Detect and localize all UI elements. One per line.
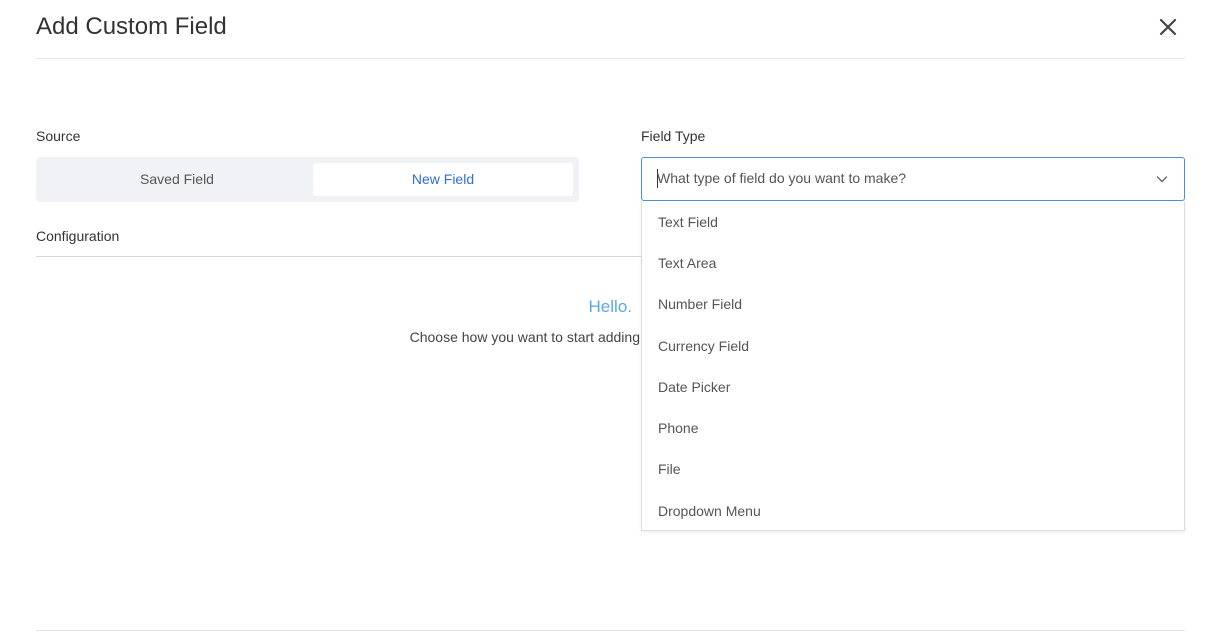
saved-field-option[interactable]: Saved Field: [42, 163, 312, 196]
field-type-select[interactable]: What type of field do you want to make?: [641, 157, 1185, 201]
new-field-option[interactable]: New Field: [313, 163, 573, 196]
field-type-option-text-area[interactable]: Text Area: [642, 243, 1184, 284]
chevron-down-icon[interactable]: [1156, 173, 1168, 185]
field-type-option-number-field[interactable]: Number Field: [642, 284, 1184, 325]
close-icon: [1159, 18, 1177, 36]
source-label: Source: [36, 128, 81, 144]
field-type-option-phone[interactable]: Phone: [642, 408, 1184, 449]
field-type-option-date-picker[interactable]: Date Picker: [642, 367, 1184, 408]
configuration-label: Configuration: [36, 228, 120, 244]
configuration-divider: [36, 256, 642, 257]
field-type-option-file[interactable]: File: [642, 449, 1184, 490]
modal-header: Add Custom Field: [36, 0, 1185, 59]
source-toggle: Saved Field New Field: [36, 157, 579, 202]
add-custom-field-modal: Add Custom Field Source Saved Field New …: [0, 0, 1210, 632]
field-type-dropdown-menu: Text Field Text Area Number Field Curren…: [641, 201, 1185, 531]
close-button[interactable]: [1157, 16, 1179, 38]
field-type-label: Field Type: [641, 128, 706, 144]
field-type-option-currency-field[interactable]: Currency Field: [642, 326, 1184, 367]
field-type-option-text-field[interactable]: Text Field: [642, 202, 1184, 243]
modal-title: Add Custom Field: [36, 13, 227, 40]
field-type-option-dropdown-menu[interactable]: Dropdown Menu: [642, 491, 1184, 532]
greeting-text: Hello.: [588, 297, 632, 316]
start-prompt-text: Choose how you want to start adding: [409, 329, 640, 345]
field-type-placeholder: What type of field do you want to make?: [657, 170, 907, 186]
footer-divider: [36, 630, 1185, 631]
